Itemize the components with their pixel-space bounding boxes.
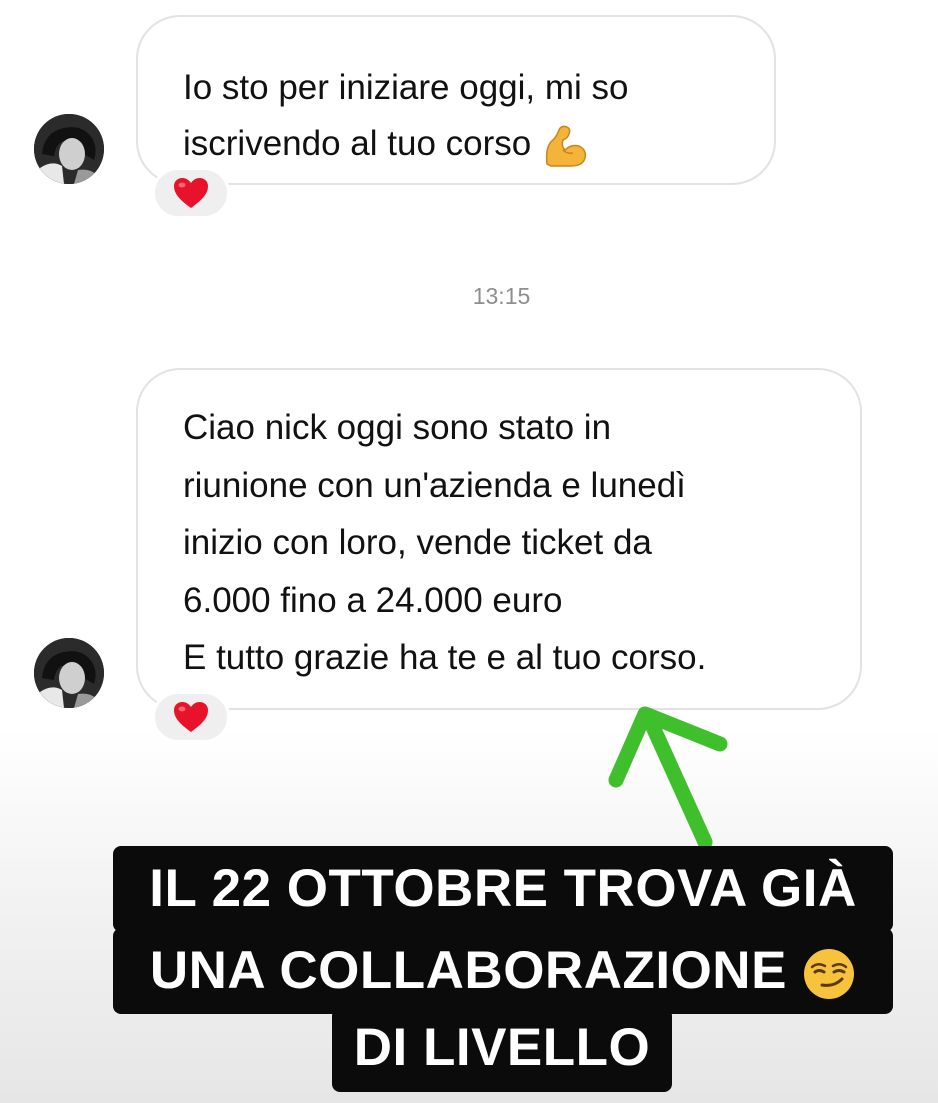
message-text-line: E tutto grazie ha te e al tuo corso. (183, 638, 707, 677)
message-text-line: inizio con loro, vende ticket da (183, 523, 652, 562)
smirking-face-emoji (804, 949, 855, 999)
message-bubble[interactable]: Io sto per iniziare oggi, mi so iscriven… (136, 15, 776, 185)
caption-line: IL 22 OTTOBRE TROVA GIÀ (113, 846, 893, 932)
sender-avatar[interactable] (34, 638, 104, 708)
message-text-line: iscrivendo al tuo corso (183, 116, 774, 172)
reaction-badge[interactable] (152, 167, 230, 219)
red-heart-emoji (174, 178, 208, 208)
message-text-line: 6.000 fino a 24.000 euro (183, 580, 563, 620)
message-text-line: Io sto per iniziare oggi, mi so (183, 68, 629, 107)
caption-line: DI LIVELLO (332, 1008, 672, 1092)
message-bubble[interactable]: Ciao nick oggi sono stato in riunione co… (136, 368, 862, 710)
arrow-up-icon (608, 706, 728, 850)
red-heart-emoji (174, 702, 208, 732)
sender-avatar[interactable] (34, 114, 104, 184)
message-timestamp: 13:15 (472, 283, 531, 309)
caption-line: UNA COLLABORAZIONE (113, 928, 893, 1014)
reaction-badge[interactable] (152, 691, 230, 743)
flexed-biceps-emoji (545, 125, 587, 167)
message-text-line: riunione con un'azienda e lunedì (183, 465, 686, 505)
message-text-line: Ciao nick oggi sono stato in (183, 408, 612, 447)
